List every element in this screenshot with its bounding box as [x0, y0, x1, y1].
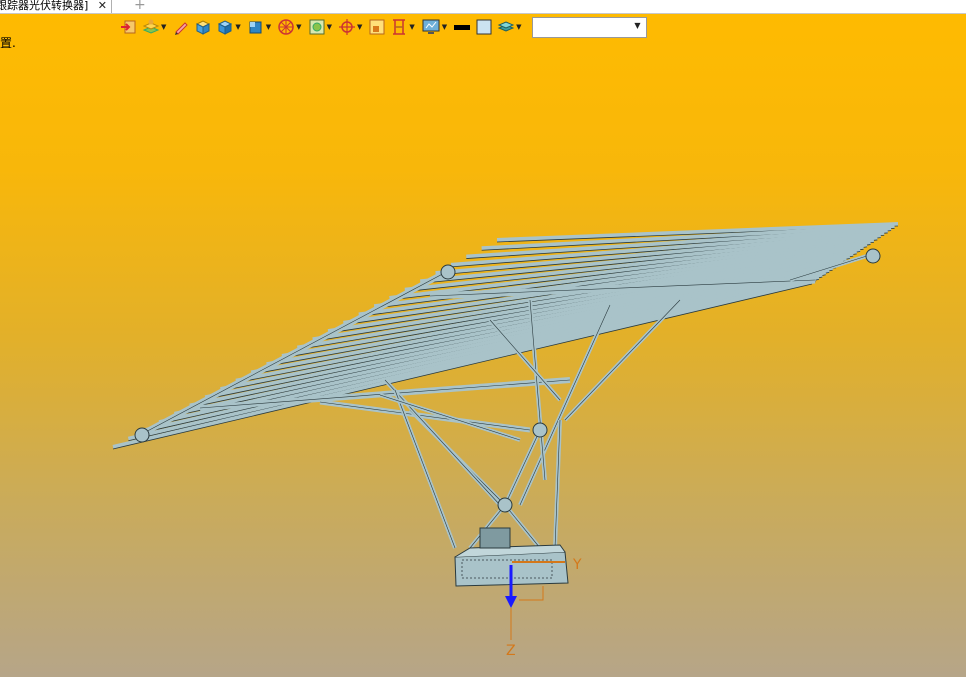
joint-hub [497, 497, 513, 513]
axis-z-label: Z [506, 643, 516, 659]
joint-hub [134, 427, 150, 443]
joint-hub [440, 264, 456, 280]
3d-viewport[interactable]: Y Z [0, 0, 966, 677]
joint-hub [865, 248, 881, 264]
joint-hub [532, 422, 548, 438]
axis-y-label: Y [572, 557, 582, 573]
frame-beam-edge [379, 394, 521, 441]
frame-beam-edge [384, 379, 501, 506]
